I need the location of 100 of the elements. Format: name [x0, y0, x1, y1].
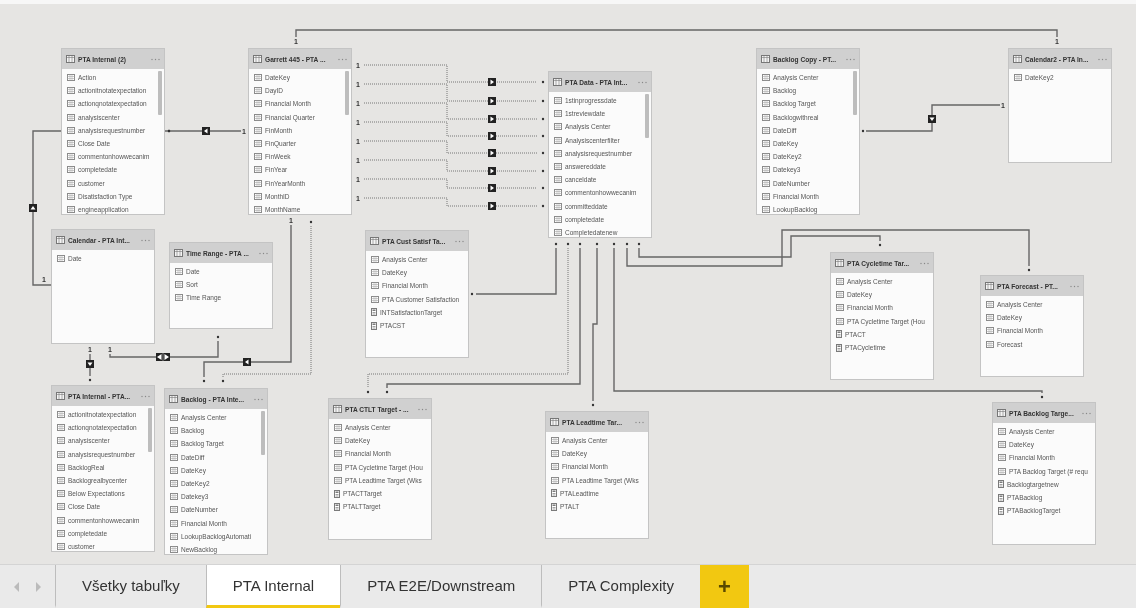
- column-icon: [551, 463, 559, 471]
- column-icon: [998, 454, 1006, 462]
- table-icon: [370, 237, 379, 245]
- column-icon: [554, 123, 562, 131]
- more-options-icon[interactable]: [141, 394, 150, 398]
- column-icon: [170, 453, 178, 461]
- column-icon: [762, 179, 770, 187]
- page-tab[interactable]: PTA Complexity: [541, 565, 700, 608]
- scroll-left-icon[interactable]: [13, 581, 20, 592]
- table-icon: [253, 55, 262, 63]
- table-card[interactable]: [51, 385, 155, 552]
- measure-icon: [551, 502, 557, 511]
- column-icon: [254, 87, 262, 95]
- column-icon: [762, 126, 770, 134]
- column-icon: [836, 317, 844, 325]
- add-page-button[interactable]: +: [699, 565, 749, 608]
- scrollbar[interactable]: [345, 71, 349, 115]
- scrollbar[interactable]: [158, 71, 162, 115]
- table-icon: [835, 259, 844, 267]
- table-icon: [66, 55, 75, 63]
- column-icon: [254, 179, 262, 187]
- column-icon: [836, 291, 844, 299]
- column-icon: [67, 113, 75, 121]
- more-options-icon[interactable]: [846, 57, 855, 61]
- column-icon: [554, 97, 562, 105]
- column-icon: [554, 110, 562, 118]
- more-options-icon[interactable]: [1070, 284, 1079, 288]
- more-options-icon[interactable]: [638, 80, 647, 84]
- more-options-icon[interactable]: [151, 57, 160, 61]
- table-icon: [56, 392, 65, 400]
- measure-icon: [334, 489, 340, 498]
- column-icon: [67, 87, 75, 95]
- column-icon: [57, 477, 65, 485]
- measure-icon: [998, 493, 1004, 502]
- column-icon: [554, 149, 562, 157]
- column-icon: [170, 440, 178, 448]
- measure-icon: [551, 489, 557, 498]
- column-icon: [57, 542, 65, 550]
- more-options-icon[interactable]: [259, 251, 268, 255]
- table-icon: [169, 395, 178, 403]
- table-icon: [761, 55, 770, 63]
- column-icon: [551, 437, 559, 445]
- column-icon: [57, 450, 65, 458]
- column-icon: [170, 493, 178, 501]
- scrollbar[interactable]: [853, 71, 857, 115]
- column-icon: [554, 189, 562, 197]
- more-options-icon[interactable]: [418, 407, 427, 411]
- relationship-line: [88, 353, 92, 382]
- column-icon: [998, 428, 1006, 436]
- page-tab[interactable]: Všetky tabuľky: [55, 565, 206, 608]
- column-icon: [175, 294, 183, 302]
- column-icon: [986, 340, 994, 348]
- column-icon: [986, 327, 994, 335]
- table-icon: [1013, 55, 1022, 63]
- more-options-icon[interactable]: [141, 238, 150, 242]
- column-icon: [254, 205, 262, 213]
- column-icon: [170, 466, 178, 474]
- column-icon: [254, 100, 262, 108]
- column-icon: [175, 281, 183, 289]
- column-icon: [254, 74, 262, 82]
- column-icon: [67, 179, 75, 187]
- column-icon: [836, 278, 844, 286]
- column-icon: [371, 256, 379, 264]
- column-icon: [170, 480, 178, 488]
- measure-icon: [334, 502, 340, 511]
- more-options-icon[interactable]: [455, 239, 464, 243]
- page-tab[interactable]: PTA E2E/Downstream: [340, 565, 542, 608]
- column-icon: [57, 424, 65, 432]
- more-options-icon[interactable]: [920, 261, 929, 265]
- more-options-icon[interactable]: [1082, 411, 1091, 415]
- more-options-icon[interactable]: [1098, 57, 1107, 61]
- scrollbar[interactable]: [645, 94, 649, 138]
- column-icon: [67, 192, 75, 200]
- page-tab[interactable]: PTA Internal: [205, 565, 341, 608]
- scrollbar[interactable]: [148, 408, 152, 452]
- column-icon: [170, 532, 178, 540]
- scrollbar[interactable]: [261, 411, 265, 455]
- column-icon: [67, 166, 75, 174]
- column-icon: [551, 450, 559, 458]
- column-icon: [170, 414, 178, 422]
- column-icon: [554, 215, 562, 223]
- column-icon: [67, 205, 75, 213]
- column-icon: [57, 516, 65, 524]
- more-options-icon[interactable]: [254, 397, 263, 401]
- column-icon: [554, 136, 562, 144]
- measure-icon: [371, 308, 377, 317]
- column-icon: [57, 255, 65, 263]
- more-options-icon[interactable]: [635, 420, 644, 424]
- column-icon: [170, 506, 178, 514]
- column-icon: [170, 427, 178, 435]
- column-icon: [57, 490, 65, 498]
- measure-icon: [836, 343, 842, 352]
- scroll-right-icon[interactable]: [35, 581, 42, 592]
- column-icon: [551, 476, 559, 484]
- column-icon: [57, 529, 65, 537]
- column-icon: [1014, 74, 1022, 82]
- measure-icon: [998, 480, 1004, 489]
- measure-icon: [836, 330, 842, 339]
- table-icon: [56, 236, 65, 244]
- more-options-icon[interactable]: [338, 57, 347, 61]
